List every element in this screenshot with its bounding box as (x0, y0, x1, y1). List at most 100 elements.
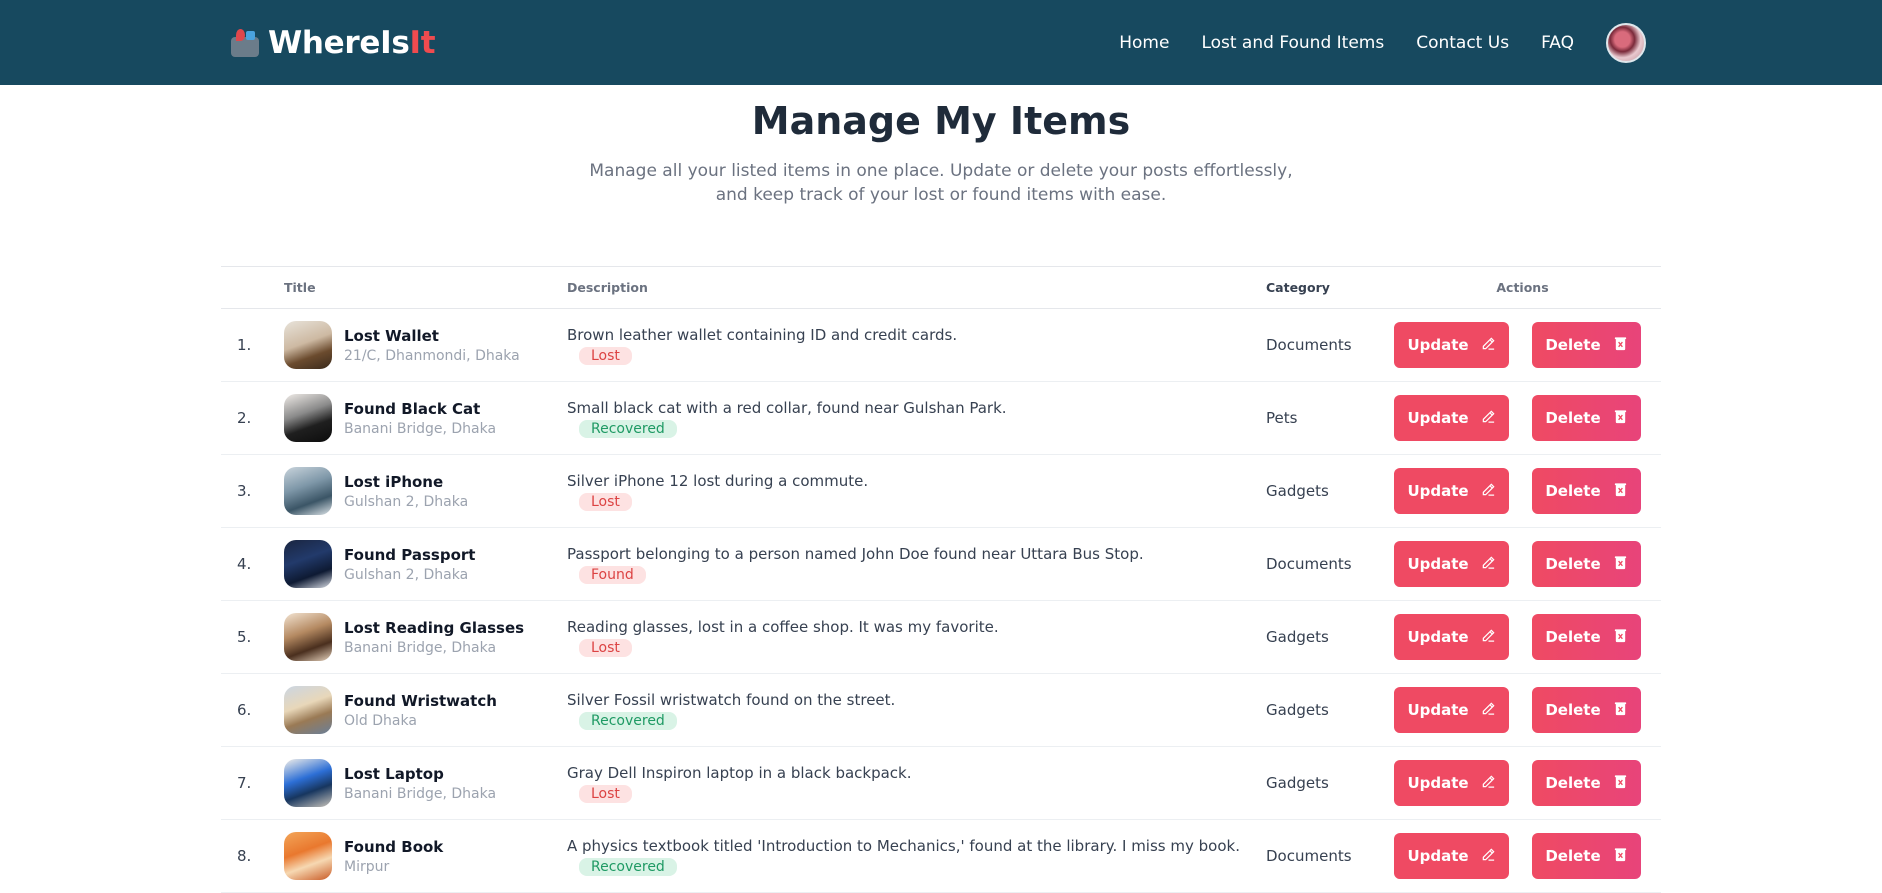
status-badge: Lost (579, 492, 632, 511)
main-nav: Home Lost and Found Items Contact Us FAQ (1119, 22, 1646, 63)
header-category: Category (1266, 280, 1330, 295)
title-cell: Lost Reading Glasses Banani Bridge, Dhak… (284, 601, 567, 674)
title-cell: Found Passport Gulshan 2, Dhaka (284, 528, 567, 601)
table-row: 5. Lost Reading Glasses Banani Bridge, D… (221, 601, 1661, 674)
table-header-row: Title Description Category Actions (221, 266, 1661, 309)
item-location: Banani Bridge, Dhaka (344, 420, 497, 437)
nav-lost-and-found-items[interactable]: Lost and Found Items (1201, 33, 1384, 53)
row-actions: Update Delete (1394, 833, 1661, 879)
update-button[interactable]: Update (1394, 395, 1509, 441)
row-actions: Update Delete (1394, 468, 1661, 514)
pencil-icon (1481, 847, 1496, 866)
item-category: Gadgets (1266, 774, 1329, 792)
pencil-icon (1481, 336, 1496, 355)
delete-button[interactable]: Delete (1532, 322, 1641, 368)
delete-label: Delete (1545, 482, 1601, 500)
item-description: Reading glasses, lost in a coffee shop. … (567, 617, 999, 636)
page-title: Manage My Items (751, 99, 1131, 143)
brand-name: WhereIsIt (268, 24, 436, 61)
delete-button[interactable]: Delete (1532, 687, 1641, 733)
update-button[interactable]: Update (1394, 614, 1509, 660)
update-button[interactable]: Update (1394, 833, 1509, 879)
item-title: Lost Reading Glasses (344, 618, 525, 637)
item-location: 21/C, Dhanmondi, Dhaka (344, 347, 520, 364)
item-thumbnail (284, 467, 332, 515)
logo-icon (228, 27, 262, 59)
brand-logo[interactable]: WhereIsIt (228, 24, 436, 61)
item-description: Gray Dell Inspiron laptop in a black bac… (567, 763, 912, 782)
table-row: 3. Lost iPhone Gulshan 2, Dhaka Silver i… (221, 455, 1661, 528)
user-avatar[interactable] (1606, 22, 1646, 63)
row-index: 8. (237, 847, 252, 865)
row-actions: Update Delete (1394, 395, 1661, 441)
trash-icon (1613, 336, 1628, 355)
table-row: 8. Found Book Mirpur A physics textbook … (221, 820, 1661, 893)
row-index: 4. (237, 555, 252, 573)
row-index: 1. (237, 336, 252, 354)
title-cell: Lost Wallet 21/C, Dhanmondi, Dhaka (284, 309, 567, 382)
actions-cell: Update Delete (1394, 309, 1661, 382)
nav-faq[interactable]: FAQ (1541, 33, 1574, 53)
description-cell: Passport belonging to a person named Joh… (567, 528, 1266, 601)
delete-label: Delete (1545, 774, 1601, 792)
nav-home[interactable]: Home (1119, 33, 1169, 53)
page-subtitle: Manage all your listed items in one plac… (589, 161, 1293, 205)
actions-cell: Update Delete (1394, 382, 1661, 455)
item-thumbnail (284, 832, 332, 880)
update-label: Update (1407, 409, 1469, 427)
delete-button[interactable]: Delete (1532, 468, 1641, 514)
status-badge: Recovered (579, 857, 677, 876)
item-location: Gulshan 2, Dhaka (344, 493, 469, 510)
header-description: Description (567, 280, 648, 295)
description-cell: Silver iPhone 12 lost during a commute. … (567, 455, 1266, 528)
navbar: WhereIsIt Home Lost and Found Items Cont… (0, 0, 1882, 85)
item-description: Silver Fossil wristwatch found on the st… (567, 690, 896, 709)
delete-button[interactable]: Delete (1532, 614, 1641, 660)
update-button[interactable]: Update (1394, 760, 1509, 806)
delete-button[interactable]: Delete (1532, 395, 1641, 441)
delete-button[interactable]: Delete (1532, 541, 1641, 587)
update-label: Update (1407, 774, 1469, 792)
row-index: 7. (237, 774, 252, 792)
status-badge: Lost (579, 346, 632, 365)
title-cell: Found Wristwatch Old Dhaka (284, 674, 567, 747)
row-actions: Update Delete (1394, 687, 1661, 733)
row-actions: Update Delete (1394, 614, 1661, 660)
nav-contact-us[interactable]: Contact Us (1416, 33, 1509, 53)
item-location: Banani Bridge, Dhaka (344, 785, 497, 802)
update-button[interactable]: Update (1394, 468, 1509, 514)
actions-cell: Update Delete (1394, 674, 1661, 747)
update-label: Update (1407, 555, 1469, 573)
table-row: 7. Lost Laptop Banani Bridge, Dhaka Gray… (221, 747, 1661, 820)
row-index: 3. (237, 482, 252, 500)
item-category: Gadgets (1266, 482, 1329, 500)
delete-button[interactable]: Delete (1532, 833, 1641, 879)
update-button[interactable]: Update (1394, 322, 1509, 368)
item-title: Lost Laptop (344, 764, 444, 783)
row-actions: Update Delete (1394, 760, 1661, 806)
item-thumbnail (284, 613, 332, 661)
row-index: 2. (237, 409, 252, 427)
actions-cell: Update Delete (1394, 820, 1661, 893)
table-row: 1. Lost Wallet 21/C, Dhanmondi, Dhaka Br… (221, 309, 1661, 382)
item-summary: Found Book Mirpur (284, 832, 567, 880)
status-badge: Lost (579, 784, 632, 803)
trash-icon (1613, 774, 1628, 793)
trash-icon (1613, 409, 1628, 428)
delete-button[interactable]: Delete (1532, 760, 1641, 806)
item-description: Small black cat with a red collar, found… (567, 398, 1007, 417)
update-button[interactable]: Update (1394, 541, 1509, 587)
item-description: Brown leather wallet containing ID and c… (567, 325, 958, 344)
item-summary: Found Passport Gulshan 2, Dhaka (284, 540, 567, 588)
description-cell: Silver Fossil wristwatch found on the st… (567, 674, 1266, 747)
item-thumbnail (284, 686, 332, 734)
actions-cell: Update Delete (1394, 601, 1661, 674)
delete-label: Delete (1545, 555, 1601, 573)
item-description: Silver iPhone 12 lost during a commute. (567, 471, 869, 490)
item-category: Documents (1266, 555, 1352, 573)
pencil-icon (1481, 482, 1496, 501)
status-badge: Lost (579, 638, 632, 657)
header-index (221, 267, 284, 309)
items-table: Title Description Category Actions 1. Lo… (221, 266, 1661, 893)
update-button[interactable]: Update (1394, 687, 1509, 733)
